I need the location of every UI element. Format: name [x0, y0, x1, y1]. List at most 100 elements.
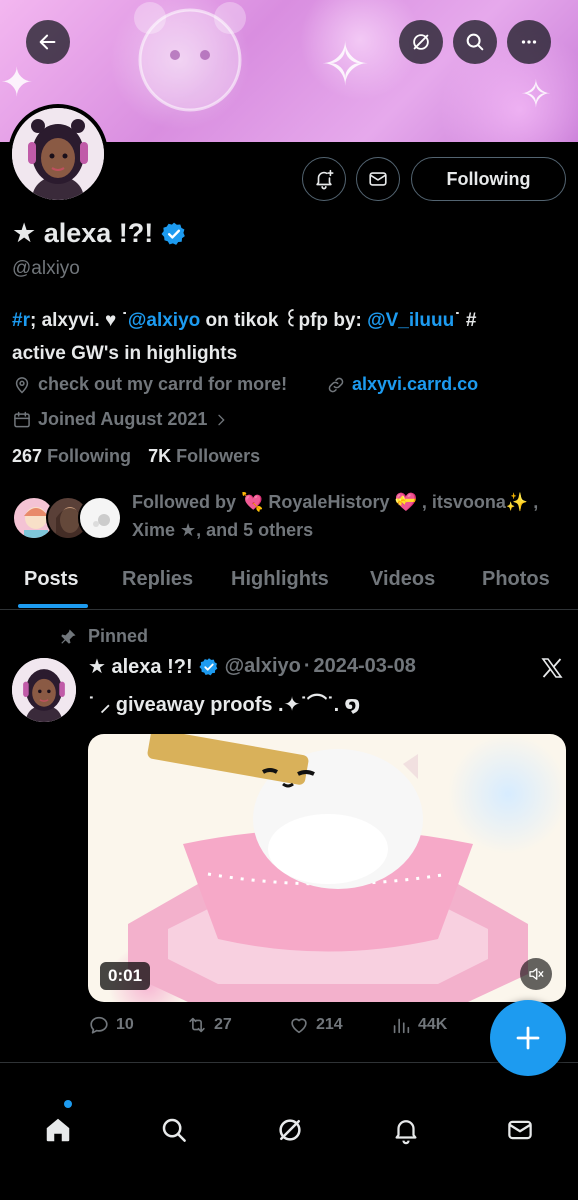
followers-count-link[interactable]: 7K Followers — [148, 446, 260, 466]
search-button[interactable] — [453, 20, 497, 64]
reply-icon — [90, 1016, 108, 1034]
nav-messages[interactable] — [494, 1104, 546, 1156]
profile-avatar[interactable] — [8, 104, 108, 204]
following-button[interactable]: Following — [411, 157, 566, 201]
like-count: 214 — [316, 1016, 343, 1033]
x-logo-icon — [541, 658, 563, 678]
bottom-navigation — [0, 1080, 578, 1200]
grok-button[interactable] — [399, 20, 443, 64]
bio-line-2: active GW's in highlights — [12, 343, 238, 364]
view-count: 44K — [418, 1016, 448, 1033]
tab-posts[interactable]: Posts — [24, 568, 78, 591]
post-author-avatar[interactable] — [12, 658, 76, 722]
website-link[interactable]: alxyvi.carrd.co — [352, 374, 478, 395]
banner-bear-illustration — [134, 2, 246, 112]
pin-icon — [61, 629, 76, 644]
views-icon — [393, 1018, 410, 1034]
banner-sparkle-icon: ✧ — [320, 31, 371, 98]
follower-avatar-illustration — [93, 514, 110, 527]
bell-plus-icon — [316, 169, 334, 190]
volume-mute-icon — [529, 968, 544, 980]
search-icon — [162, 1118, 186, 1142]
post-date[interactable]: 2024-03-08 — [314, 655, 416, 678]
avatar-illustration — [12, 108, 104, 200]
tab-highlights[interactable]: Highlights — [231, 568, 329, 591]
post-separator: · — [303, 655, 311, 677]
joined-row[interactable]: Joined August 2021 — [12, 409, 235, 430]
back-button[interactable] — [26, 20, 70, 64]
mute-button[interactable] — [520, 958, 552, 990]
slash-circle-icon — [413, 34, 429, 50]
profile-tabs: Posts Replies Highlights Videos Photos — [0, 556, 578, 610]
post-divider — [0, 1062, 578, 1063]
video-timestamp: 0:01 — [100, 962, 151, 990]
repost-icon — [189, 1017, 205, 1033]
post-author-handle[interactable]: @alxiyo — [225, 655, 301, 678]
bio-hashtag-link[interactable]: #r — [12, 310, 30, 331]
heart-icon — [291, 1018, 307, 1034]
notifications-icon — [395, 1120, 417, 1145]
more-button[interactable] — [507, 20, 551, 64]
following-count-link[interactable]: 267 Following — [12, 446, 131, 466]
location-text: check out my carrd for more! — [38, 374, 288, 394]
like-button[interactable]: 214 — [288, 1014, 343, 1036]
reply-button[interactable]: 10 — [88, 1014, 134, 1036]
follow-counts: 267 Following 7K Followers — [12, 446, 260, 467]
location-pin-icon — [15, 376, 29, 394]
new-activity-dot — [64, 1100, 72, 1108]
location-row: check out my carrd for more! — [12, 374, 287, 395]
messages-icon — [508, 1120, 532, 1140]
pinned-label: Pinned — [88, 626, 149, 646]
profile-handle: @alxiyo — [12, 258, 80, 279]
joined-text: Joined August 2021 — [38, 409, 208, 429]
active-tab-indicator — [18, 604, 88, 608]
message-button[interactable] — [356, 157, 400, 201]
notify-button[interactable] — [302, 157, 346, 201]
bio-mention-link[interactable]: @V_iluuu — [367, 310, 454, 331]
repost-count: 27 — [214, 1016, 232, 1033]
video-thumbnail — [128, 734, 528, 1002]
link-icon — [328, 377, 344, 392]
nav-search[interactable] — [148, 1104, 200, 1156]
views-button[interactable]: 44K — [390, 1014, 447, 1036]
plus-icon — [516, 1026, 540, 1050]
post-header: ★ alexa !?! @alxiyo · 2024-03-08 — [88, 654, 416, 679]
home-icon — [46, 1118, 70, 1142]
post-text: ˙ ⸝ giveaway proofs .✦˙⌒˙. ໑ — [88, 694, 361, 716]
display-name: ★ alexa !?! — [12, 218, 154, 248]
nav-grok[interactable] — [264, 1104, 316, 1156]
verified-badge-icon — [199, 657, 217, 675]
pinned-indicator: Pinned — [58, 626, 148, 647]
calendar-icon — [14, 411, 30, 427]
search-icon — [466, 33, 484, 51]
profile-bio: #r; alxyvi. ♥ ˙@alxiyo on tikok ꒰pfp by:… — [12, 304, 570, 370]
grok-icon — [279, 1119, 301, 1141]
following-label: Following — [47, 446, 132, 466]
bio-text: on tikok ꒰pfp by: — [200, 310, 368, 331]
more-horizontal-icon — [521, 40, 537, 44]
post-author-name[interactable]: ★ alexa !?! — [88, 654, 193, 679]
follower-avatar[interactable] — [78, 496, 122, 540]
mail-icon — [369, 172, 387, 186]
followers-count: 7K — [148, 446, 172, 466]
following-count: 267 — [12, 446, 43, 466]
bio-text: ˙ # — [454, 310, 477, 331]
chevron-right-icon — [218, 414, 225, 425]
tab-videos[interactable]: Videos — [370, 568, 435, 591]
bio-text: ; alxyvi. ♥ ˙ — [29, 310, 128, 331]
followers-label: Followers — [176, 446, 261, 466]
bio-mention-link[interactable]: @alxiyo — [128, 310, 200, 331]
nav-home[interactable] — [32, 1104, 84, 1156]
reply-count: 10 — [116, 1016, 134, 1033]
banner-sparkle-icon: ✧ — [520, 74, 552, 116]
post-video[interactable] — [88, 734, 566, 1002]
banner-star-icon: ✦ — [0, 61, 34, 105]
compose-button[interactable] — [490, 1000, 566, 1076]
tab-photos[interactable]: Photos — [482, 568, 550, 591]
verified-badge-icon[interactable] — [161, 221, 187, 247]
repost-button[interactable]: 27 — [186, 1014, 232, 1036]
website-row[interactable]: alxyvi.carrd.co — [326, 374, 478, 395]
tab-replies[interactable]: Replies — [122, 568, 193, 591]
nav-notifications[interactable] — [380, 1104, 432, 1156]
followed-by-text[interactable]: Followed by 💘 RoyaleHistory 💝 , itsvoona… — [132, 488, 572, 544]
